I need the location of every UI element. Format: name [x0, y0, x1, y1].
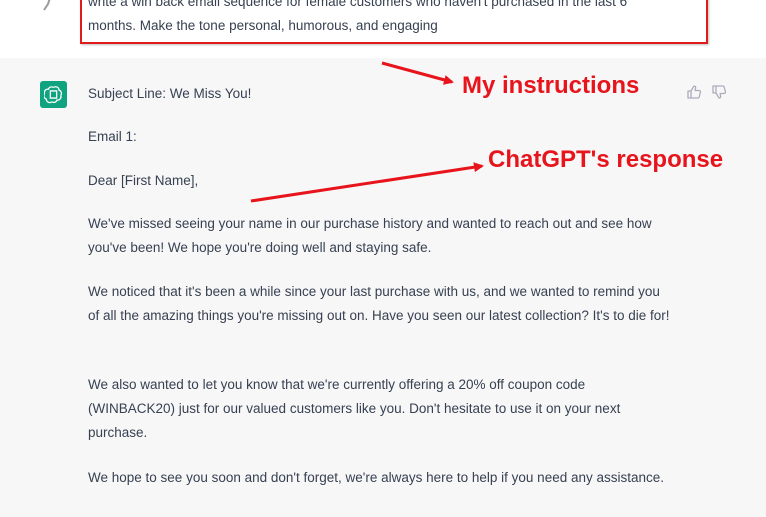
response-paragraph-3: We also wanted to let you know that we'r… — [88, 377, 621, 440]
response-paragraph-4: We hope to see you soon and don't forget… — [88, 470, 665, 485]
response-paragraph-1: We've missed seeing your name in our pur… — [88, 216, 652, 255]
response-annotation-label: ChatGPT's response — [488, 146, 724, 173]
instructions-annotation-label: My instructions — [462, 72, 640, 99]
chat-page: write a win back email sequence for fema… — [0, 0, 766, 517]
user-avatar-icon — [43, 0, 51, 11]
response-paragraph-2: We noticed that it's been a while since … — [88, 284, 670, 323]
thumbs-down-icon[interactable] — [711, 84, 727, 100]
instructions-highlight-box — [80, 0, 708, 44]
openai-logo-icon — [40, 81, 67, 108]
thumbs-up-icon[interactable] — [686, 84, 702, 100]
user-message-row: write a win back email sequence for fema… — [0, 0, 766, 59]
